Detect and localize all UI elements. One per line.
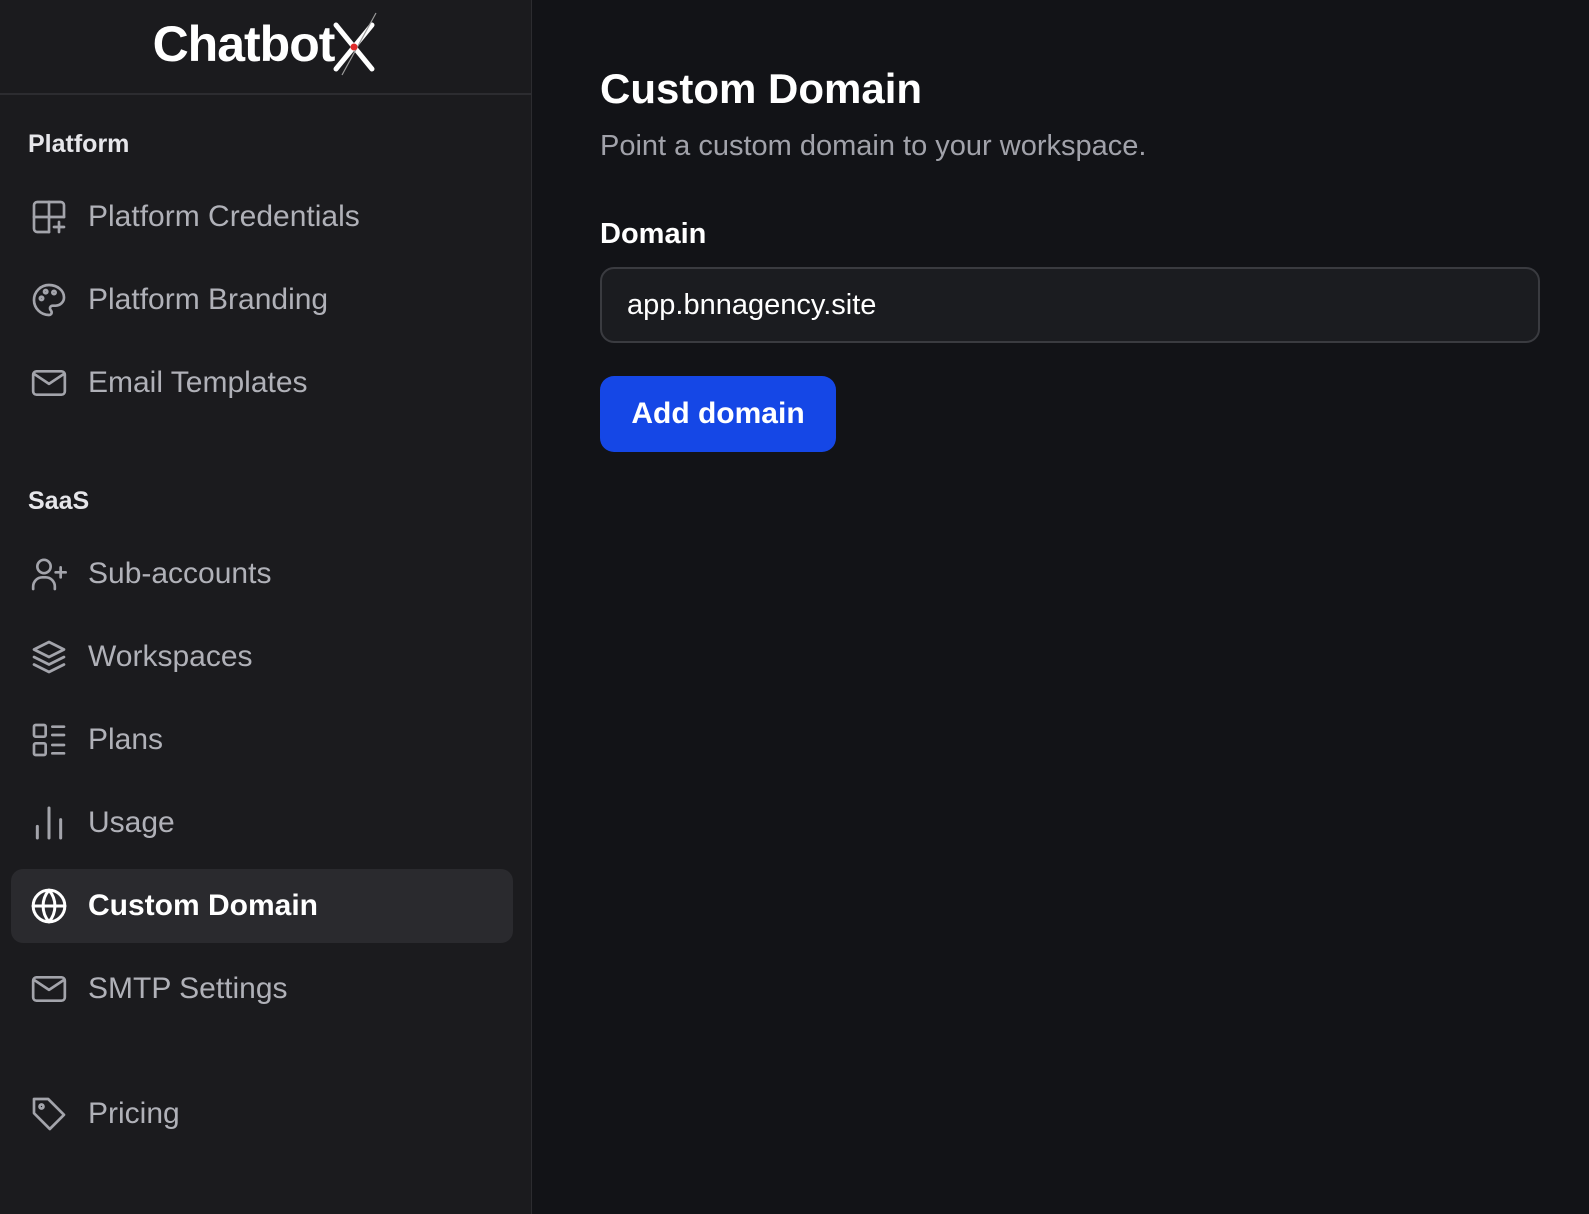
sidebar-item-label: Usage [88, 806, 175, 839]
sidebar-item-custom-domain[interactable]: Custom Domain [11, 869, 513, 943]
sidebar-item-smtp-settings[interactable]: SMTP Settings [11, 952, 513, 1026]
list-grid-icon [28, 719, 70, 761]
main-content: Custom Domain Point a custom domain to y… [532, 0, 1589, 1214]
sidebar-item-usage[interactable]: Usage [11, 786, 513, 860]
brand-x-mark-icon [333, 12, 377, 75]
section-title-platform: Platform [28, 130, 130, 158]
brand-name: Chatbot [152, 15, 336, 72]
globe-icon [28, 885, 70, 927]
domain-field-label: Domain [600, 218, 707, 250]
add-domain-button[interactable]: Add domain [600, 376, 836, 452]
sidebar-item-sub-accounts[interactable]: Sub-accounts [11, 537, 513, 611]
domain-input[interactable] [600, 267, 1540, 343]
sidebar-item-workspaces[interactable]: Workspaces [11, 620, 513, 694]
sidebar-item-label: Pricing [88, 1097, 180, 1130]
sidebar-item-platform-credentials[interactable]: Platform Credentials [11, 180, 513, 254]
page-subtitle: Point a custom domain to your workspace. [600, 130, 1147, 162]
mail-icon [28, 968, 70, 1010]
bar-chart-icon [28, 802, 70, 844]
layers-icon [28, 636, 70, 678]
grid-plus-icon [28, 196, 70, 238]
logo-bar: Chatbot [0, 0, 531, 95]
palette-icon [28, 279, 70, 321]
sidebar-item-plans[interactable]: Plans [11, 703, 513, 777]
page-title: Custom Domain [600, 65, 923, 112]
sidebar-item-label: Platform Branding [88, 283, 329, 316]
user-plus-icon [28, 553, 70, 595]
brand-logo[interactable]: Chatbot [153, 11, 379, 77]
sidebar-item-label: Sub-accounts [88, 557, 272, 590]
app-root: Chatbot Platform Platform Credentials Pl… [0, 0, 1589, 1214]
sidebar-item-label: Email Templates [88, 366, 308, 399]
tag-icon [28, 1093, 70, 1135]
sidebar-item-pricing[interactable]: Pricing [11, 1077, 513, 1151]
sidebar-item-label: SMTP Settings [88, 972, 288, 1005]
sidebar-item-email-templates[interactable]: Email Templates [11, 346, 513, 420]
mail-icon [28, 362, 70, 404]
sidebar-item-label: Workspaces [88, 640, 253, 673]
sidebar-item-label: Platform Credentials [88, 200, 360, 233]
sidebar-item-platform-branding[interactable]: Platform Branding [11, 263, 513, 337]
section-title-saas: SaaS [28, 487, 90, 515]
sidebar: Chatbot Platform Platform Credentials Pl… [0, 0, 532, 1214]
sidebar-item-label: Custom Domain [88, 889, 319, 922]
sidebar-item-label: Plans [88, 723, 164, 756]
